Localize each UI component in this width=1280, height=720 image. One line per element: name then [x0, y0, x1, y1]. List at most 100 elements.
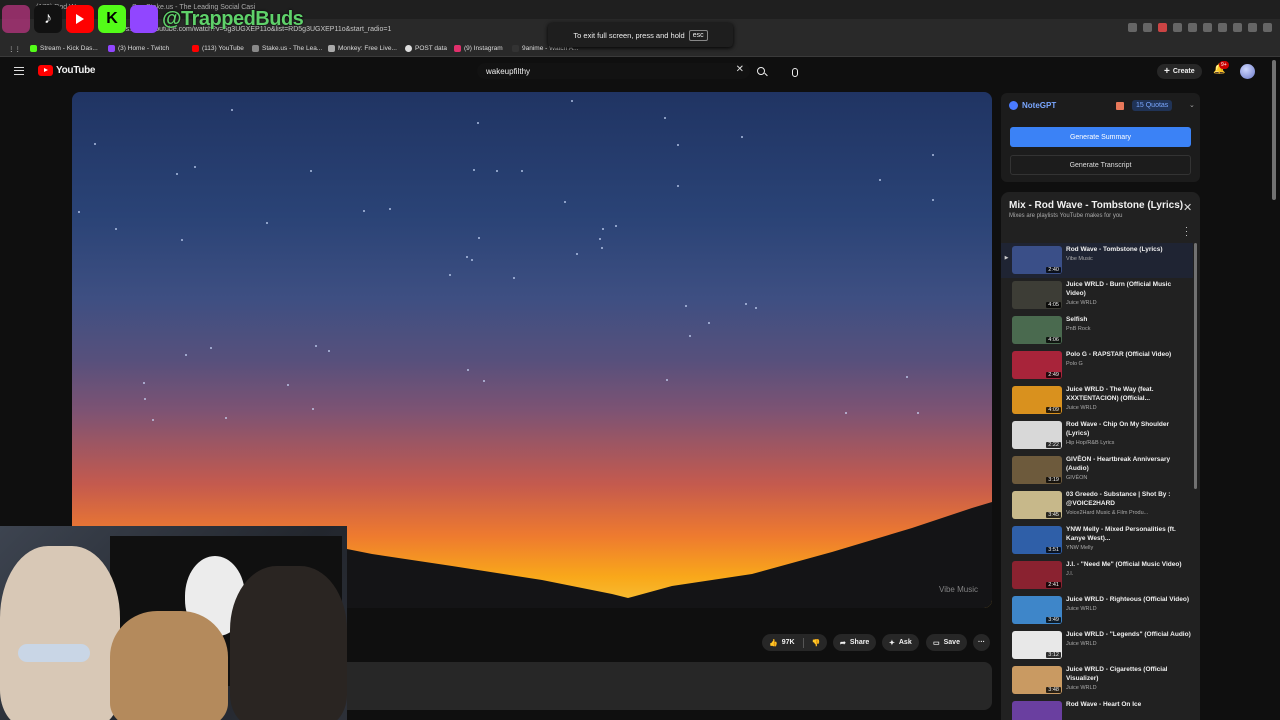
playlist-item-title[interactable]: J.I. - "Need Me" (Official Music Video) — [1066, 560, 1192, 569]
video-thumbnail[interactable] — [1012, 701, 1062, 720]
bookmark[interactable]: Stake.us - The Lea... — [252, 45, 322, 52]
create-button[interactable]: + Create — [1157, 64, 1202, 79]
video-thumbnail[interactable]: 3:19 — [1012, 456, 1062, 484]
extension-icon[interactable] — [1203, 23, 1212, 32]
video-thumbnail[interactable]: 3:48 — [1012, 666, 1062, 694]
playlist-item[interactable]: 2:49 Polo G - RAPSTAR (Official Video) Pol… — [1001, 348, 1193, 383]
clear-search-icon[interactable]: ✕ — [736, 64, 744, 75]
playlist-item-title[interactable]: Rod Wave - Chip On My Shoulder (Lyrics) — [1066, 420, 1192, 438]
playlist-item-channel[interactable]: J.I. — [1066, 571, 1192, 577]
share-button[interactable]: ➦ Share — [833, 634, 877, 651]
ask-button[interactable]: ✦ Ask — [882, 634, 919, 651]
voice-search-icon[interactable] — [787, 64, 803, 80]
generate-summary-button[interactable]: Generate Summary — [1010, 127, 1191, 147]
playlist-item[interactable]: Rod Wave - Heart On Ice — [1001, 698, 1193, 720]
apps-icon[interactable]: ⋮⋮ — [8, 45, 21, 53]
chevron-down-icon[interactable]: ⌄ — [1189, 101, 1195, 109]
playlist-item-channel[interactable]: GIVĒON — [1066, 475, 1192, 481]
playlist-item-title[interactable]: Juice WRLD - Burn (Official Music Video) — [1066, 280, 1192, 298]
playlist-item-channel[interactable]: Polo G — [1066, 361, 1192, 367]
video-thumbnail[interactable]: 2:22 — [1012, 421, 1062, 449]
extension-icon[interactable] — [1128, 23, 1137, 32]
video-thumbnail[interactable]: 3:45 — [1012, 491, 1062, 519]
gift-icon[interactable] — [1116, 102, 1124, 110]
more-actions-button[interactable]: ··· — [973, 634, 990, 651]
playlist-item[interactable]: 4:09 Juice WRLD - The Way (feat. XXXTENTA… — [1001, 383, 1193, 418]
playlist-item-title[interactable]: YNW Melly - Mixed Personalities (ft. Kan… — [1066, 525, 1192, 543]
playlist-item[interactable]: 3:12 Juice WRLD - "Legends" (Official Aud… — [1001, 628, 1193, 663]
star — [708, 322, 710, 324]
bookmark[interactable]: Monkey: Free Live... — [328, 45, 397, 52]
video-thumbnail[interactable]: 2:41 — [1012, 561, 1062, 589]
playlist-item[interactable]: 2:22 Rod Wave - Chip On My Shoulder (Lyri… — [1001, 418, 1193, 453]
playlist-item-title[interactable]: Rod Wave - Heart On Ice — [1066, 700, 1192, 709]
video-thumbnail[interactable]: 3:49 — [1012, 596, 1062, 624]
search-input[interactable]: wakeupfilthy ✕ — [477, 63, 750, 79]
sparkle-icon: ✦ — [889, 639, 895, 647]
playlist-item-channel[interactable]: Voice2Hard Music & Film Produ... — [1066, 510, 1192, 516]
playlist-item-channel[interactable]: Juice WRLD — [1066, 685, 1192, 691]
playlist-item-title[interactable]: Juice WRLD - "Legends" (Official Audio) — [1066, 630, 1192, 639]
playlist-item[interactable]: 3:51 YNW Melly - Mixed Personalities (ft.… — [1001, 523, 1193, 558]
playlist-item[interactable]: 3:19 GIVĒON - Heartbreak Anniversary (Aud… — [1001, 453, 1193, 488]
extension-icon[interactable] — [1233, 23, 1242, 32]
playlist-item-title[interactable]: Juice WRLD - The Way (feat. XXXTENTACION… — [1066, 385, 1192, 403]
close-icon[interactable]: ✕ — [1183, 201, 1192, 214]
like-button[interactable]: 👍 97K 👎 — [762, 634, 828, 651]
playlist-item[interactable]: 4:05 Juice WRLD - Burn (Official Music Vi… — [1001, 278, 1193, 313]
playlist-item-title[interactable]: Juice WRLD - Cigarettes (Official Visual… — [1066, 665, 1192, 683]
playlist-item-title[interactable]: Polo G - RAPSTAR (Official Video) — [1066, 350, 1192, 359]
playlist-title[interactable]: Mix - Rod Wave - Tombstone (Lyrics) — [1009, 200, 1183, 211]
star — [571, 100, 573, 102]
extension-icon[interactable] — [1218, 23, 1227, 32]
playlist-item[interactable]: 3:45 03 Greedo - Substance | Shot By : @V… — [1001, 488, 1193, 523]
playlist-item-title[interactable]: Rod Wave - Tombstone (Lyrics) — [1066, 245, 1192, 254]
playlist-item-channel[interactable]: Hip Hop/R&B Lyrics — [1066, 440, 1192, 446]
video-thumbnail[interactable]: 4:05 — [1012, 281, 1062, 309]
video-thumbnail[interactable]: 4:06 — [1012, 316, 1062, 344]
playlist-item-title[interactable]: GIVĒON - Heartbreak Anniversary (Audio) — [1066, 455, 1192, 473]
playlist-item-channel[interactable]: YNW Melly — [1066, 545, 1192, 551]
playlist-item[interactable]: ▶ 2:40 Rod Wave - Tombstone (Lyrics) Vibe M… — [1001, 243, 1193, 278]
video-thumbnail[interactable]: 4:09 — [1012, 386, 1062, 414]
extension-icon[interactable] — [1158, 23, 1167, 32]
playlist-item-channel[interactable]: Juice WRLD — [1066, 405, 1192, 411]
bookmark[interactable]: Stream - Kick Das... — [30, 45, 98, 52]
thumbs-down-icon[interactable]: 👎 — [812, 639, 821, 647]
more-vert-icon[interactable]: · · · — [1185, 223, 1188, 240]
video-thumbnail[interactable]: 2:49 — [1012, 351, 1062, 379]
extension-icon[interactable] — [1188, 23, 1197, 32]
save-button[interactable]: ▭ Save — [926, 634, 967, 651]
page-scrollbar[interactable] — [1272, 60, 1276, 200]
playlist-item-title[interactable]: Selfish — [1066, 315, 1192, 324]
playlist-item-channel[interactable]: Juice WRLD — [1066, 606, 1192, 612]
playlist-item-channel[interactable]: PnB Rock — [1066, 326, 1192, 332]
extension-icon[interactable] — [1248, 23, 1257, 32]
playlist-item[interactable]: 3:49 Juice WRLD - Righteous (Official Vid… — [1001, 593, 1193, 628]
avatar[interactable] — [1240, 64, 1255, 79]
bookmark[interactable]: POST data — [405, 45, 447, 52]
playlist-item[interactable]: 4:06 Selfish PnB Rock — [1001, 313, 1193, 348]
playlist-item[interactable]: 2:41 J.I. - "Need Me" (Official Music Vid… — [1001, 558, 1193, 593]
bookmark[interactable]: (9) Instagram — [454, 45, 503, 52]
extension-icon[interactable] — [1143, 23, 1152, 32]
playlist-item-channel[interactable]: Juice WRLD — [1066, 300, 1192, 306]
extension-icon[interactable] — [1173, 23, 1182, 32]
video-thumbnail[interactable]: 3:51 — [1012, 526, 1062, 554]
extension-icon[interactable] — [1263, 23, 1272, 32]
bookmark[interactable]: (3) Home - Twitch — [108, 45, 169, 52]
menu-icon[interactable] — [14, 67, 24, 75]
generate-transcript-button[interactable]: Generate Transcript — [1010, 155, 1191, 175]
search-button[interactable] — [750, 63, 772, 79]
bookmark[interactable]: (113) YouTube — [192, 45, 244, 52]
playlist-item-title[interactable]: Juice WRLD - Righteous (Official Video) — [1066, 595, 1192, 604]
quota-badge[interactable]: 15 Quotas — [1132, 100, 1173, 111]
youtube-logo[interactable]: YouTube — [38, 65, 96, 76]
playlist-item-channel[interactable]: Juice WRLD — [1066, 641, 1192, 647]
playlist-item-channel[interactable]: Vibe Music — [1066, 256, 1192, 262]
playlist-scrollbar[interactable] — [1194, 243, 1197, 489]
video-thumbnail[interactable]: 3:12 — [1012, 631, 1062, 659]
playlist-item[interactable]: 3:48 Juice WRLD - Cigarettes (Official Vi… — [1001, 663, 1193, 698]
video-thumbnail[interactable]: 2:40 — [1012, 246, 1062, 274]
playlist-item-title[interactable]: 03 Greedo - Substance | Shot By : @VOICE… — [1066, 490, 1192, 508]
